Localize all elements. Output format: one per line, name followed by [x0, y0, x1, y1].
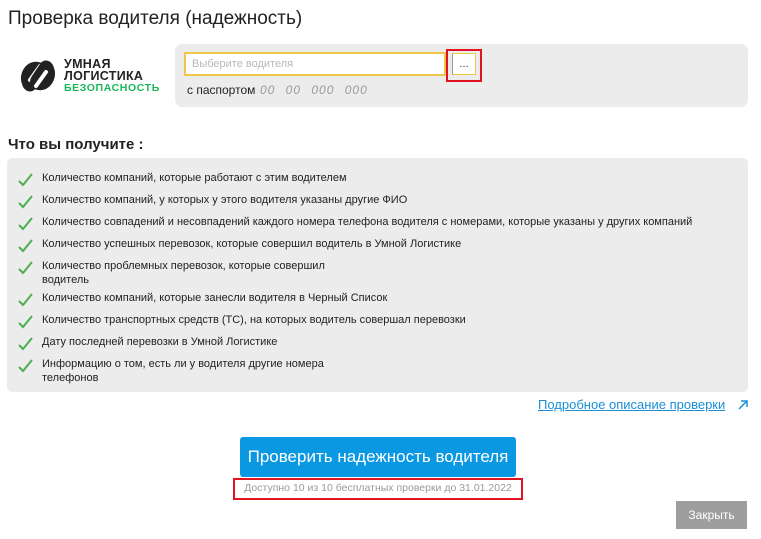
check-icon [18, 315, 33, 329]
logo-mark-icon [20, 60, 56, 92]
check-icon [18, 293, 33, 307]
feature-text: Количество проблемных перевозок, которые… [42, 260, 325, 286]
check-icon [18, 173, 33, 187]
feature-text: Дату последней перевозки в Умной Логисти… [42, 336, 278, 348]
check-icon [18, 359, 33, 373]
driver-picker-button[interactable]: ... [452, 53, 476, 75]
logo-line3: БЕЗОПАСНОСТЬ [64, 82, 160, 94]
driver-select-input[interactable] [184, 52, 446, 76]
feature-text: Количество совпадений и несовпадений каж… [42, 216, 693, 228]
features-panel: Количество компаний, которые работают с … [7, 158, 748, 392]
logo-line2: ЛОГИСТИКА [64, 69, 144, 83]
feature-text: Количество компаний, которые занесли вод… [42, 292, 388, 304]
feature-text: Количество успешных перевозок, которые с… [42, 238, 462, 250]
feature-text: Информацию о том, есть ли у водителя дру… [42, 358, 324, 384]
check-icon [18, 217, 33, 231]
feature-text: Количество транспортных средств (ТС), на… [42, 314, 466, 326]
logo: УМНАЯ ЛОГИСТИКА БЕЗОПАСНОСТЬ [16, 54, 161, 98]
close-button[interactable]: Закрыть [676, 501, 747, 529]
feature-text: Количество компаний, которые работают с … [42, 172, 347, 184]
passport-mask: 00 00 000 000 [260, 83, 368, 97]
external-link-icon[interactable] [736, 398, 750, 412]
features-title: Что вы получите : [8, 136, 144, 153]
details-link[interactable]: Подробное описание проверки [538, 397, 725, 412]
passport-label: с паспортом [187, 83, 256, 97]
availability-text: Доступно 10 из 10 бесплатных проверки до… [244, 482, 512, 494]
check-reliability-button[interactable]: Проверить надежность водителя [240, 437, 516, 477]
logo-text: УМНАЯ ЛОГИСТИКА БЕЗОПАСНОСТЬ [64, 58, 160, 94]
check-icon [18, 239, 33, 253]
check-icon [18, 337, 33, 351]
dialog-title: Проверка водителя (надежность) [8, 8, 303, 29]
check-icon [18, 261, 33, 275]
check-icon [18, 195, 33, 209]
feature-text: Количество компаний, у которых у этого в… [42, 194, 408, 206]
